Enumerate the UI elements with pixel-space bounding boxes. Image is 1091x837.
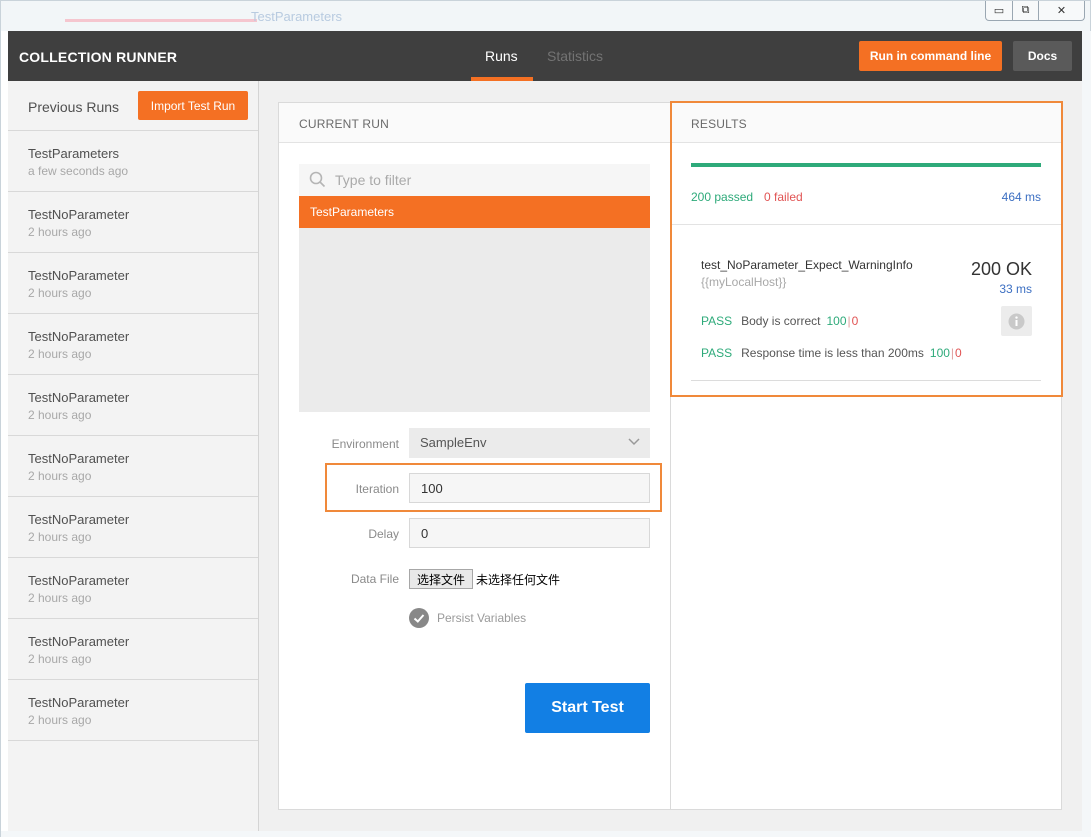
environment-select[interactable]: SampleEnv (409, 428, 650, 458)
run-name: TestNoParameter (28, 207, 130, 222)
environment-label: Environment (331, 437, 399, 451)
persist-variables-checkbox[interactable] (409, 608, 429, 628)
choose-file-button[interactable]: 选择文件 (409, 569, 474, 589)
collection-picker: TestParameters (299, 164, 650, 412)
results-highlight-box (670, 101, 1063, 397)
run-time: 2 hours ago (28, 347, 92, 361)
run-time: 2 hours ago (28, 652, 92, 666)
run-time: 2 hours ago (28, 225, 92, 239)
delay-label: Delay (368, 527, 399, 541)
previous-runs-sidebar: Previous Runs Import Test Run TestParame… (8, 81, 259, 831)
run-list-item[interactable]: TestNoParameter 2 hours ago (8, 497, 258, 558)
data-file-label: Data File (350, 572, 399, 586)
import-test-run-button[interactable]: Import Test Run (138, 91, 248, 120)
run-list-item[interactable]: TestNoParameter 2 hours ago (8, 192, 258, 253)
persist-variables-label: Persist Variables (437, 611, 527, 625)
window-edge (1, 831, 1090, 837)
run-time: 2 hours ago (28, 530, 92, 544)
check-icon (413, 614, 425, 623)
run-time: 2 hours ago (28, 286, 92, 300)
run-list-item[interactable]: TestParameters a few seconds ago (8, 131, 258, 192)
run-in-command-line-button[interactable]: Run in command line (859, 41, 1002, 71)
run-time: 2 hours ago (28, 591, 92, 605)
run-list-item[interactable]: TestNoParameter 2 hours ago (8, 680, 258, 741)
run-time: 2 hours ago (28, 408, 92, 422)
app-title: COLLECTION RUNNER (19, 49, 178, 65)
run-name: TestNoParameter (28, 451, 130, 466)
collection-item-selected[interactable]: TestParameters (299, 196, 650, 228)
minimize-icon[interactable]: ▭ (985, 1, 1013, 21)
delay-input[interactable] (409, 518, 650, 548)
run-name: TestNoParameter (28, 329, 130, 344)
docs-button[interactable]: Docs (1013, 41, 1072, 71)
run-time: 2 hours ago (28, 713, 92, 727)
current-run-title: CURRENT RUN (299, 117, 389, 131)
tab-statistics[interactable]: Statistics (547, 48, 603, 64)
tab-runs[interactable]: Runs (485, 48, 518, 64)
run-name: TestNoParameter (28, 695, 130, 710)
run-list-item[interactable]: TestNoParameter 2 hours ago (8, 375, 258, 436)
current-run-header: CURRENT RUN (279, 103, 670, 143)
file-status-text: 未选择任何文件 (476, 573, 561, 587)
sidebar-header: Previous Runs Import Test Run (8, 81, 258, 131)
run-name: TestNoParameter (28, 634, 130, 649)
run-list-item[interactable]: TestNoParameter 2 hours ago (8, 314, 258, 375)
iteration-highlight-box (325, 463, 662, 512)
previous-runs-heading: Previous Runs (28, 99, 120, 115)
run-time: 2 hours ago (28, 469, 92, 483)
run-list-item[interactable]: TestNoParameter 2 hours ago (8, 436, 258, 497)
start-test-button[interactable]: Start Test (525, 683, 650, 733)
search-icon (309, 171, 326, 188)
run-name: TestNoParameter (28, 268, 130, 283)
filter-field (299, 164, 650, 196)
run-name: TestNoParameter (28, 573, 130, 588)
filter-input[interactable] (335, 170, 635, 190)
run-name: TestNoParameter (28, 390, 130, 405)
run-list-item[interactable]: TestNoParameter 2 hours ago (8, 619, 258, 680)
run-time: a few seconds ago (28, 164, 129, 178)
run-name: TestParameters (28, 146, 120, 161)
background-decoration (65, 19, 257, 22)
window-edge (1082, 31, 1091, 837)
background-window-title: TestParameters (251, 9, 343, 24)
run-list-item[interactable]: TestNoParameter 2 hours ago (8, 253, 258, 314)
window-controls: ▭ ⧉ ✕ (985, 1, 1085, 21)
close-icon[interactable]: ✕ (1039, 1, 1085, 21)
run-name: TestNoParameter (28, 512, 130, 527)
run-list: TestParameters a few seconds ago TestNoPa… (8, 131, 258, 741)
maximize-icon[interactable]: ⧉ (1013, 1, 1039, 21)
run-list-item[interactable]: TestNoParameter 2 hours ago (8, 558, 258, 619)
chevron-down-icon (628, 438, 640, 446)
app-header: COLLECTION RUNNER Runs Statistics Run in… (8, 31, 1082, 81)
window-titlebar: TestParameters ▭ ⧉ ✕ (1, 1, 1090, 31)
environment-value: SampleEnv (420, 435, 487, 450)
